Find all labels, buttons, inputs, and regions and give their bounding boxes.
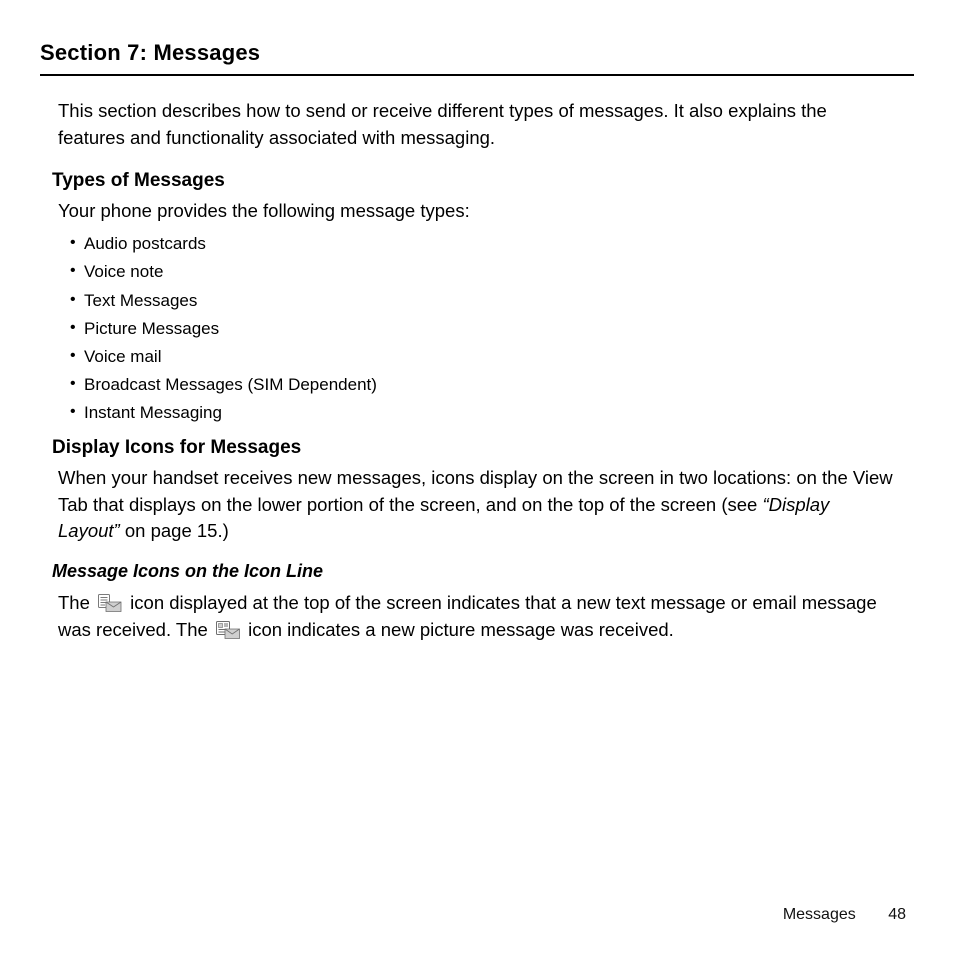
icon-line-paragraph: The icon displayed at the top of the scr…	[58, 590, 896, 644]
footer-label: Messages	[783, 906, 856, 923]
list-item: Picture Messages	[70, 315, 914, 343]
heading-types-of-messages: Types of Messages	[52, 170, 914, 192]
page-number: 48	[888, 906, 906, 923]
text: The	[58, 592, 95, 613]
list-item: Broadcast Messages (SIM Dependent)	[70, 371, 914, 399]
types-lead: Your phone provides the following messag…	[58, 198, 896, 225]
text-message-icon	[98, 593, 122, 611]
display-icons-paragraph: When your handset receives new messages,…	[58, 465, 896, 545]
page: Section 7: Messages This section describ…	[0, 0, 954, 954]
list-item: Instant Messaging	[70, 399, 914, 427]
picture-message-icon	[216, 620, 240, 638]
heading-message-icons-on-icon-line: Message Icons on the Icon Line	[52, 561, 914, 582]
heading-display-icons: Display Icons for Messages	[52, 437, 914, 459]
list-item: Text Messages	[70, 287, 914, 315]
list-item: Audio postcards	[70, 230, 914, 258]
section-title: Section 7: Messages	[40, 40, 914, 76]
intro-paragraph: This section describes how to send or re…	[58, 98, 896, 152]
message-types-list: Audio postcards Voice note Text Messages…	[70, 230, 914, 426]
list-item: Voice note	[70, 258, 914, 286]
list-item: Voice mail	[70, 343, 914, 371]
text: icon indicates a new picture message was…	[248, 619, 674, 640]
page-footer: Messages 48	[783, 906, 906, 924]
text: on page 15.)	[120, 520, 229, 541]
